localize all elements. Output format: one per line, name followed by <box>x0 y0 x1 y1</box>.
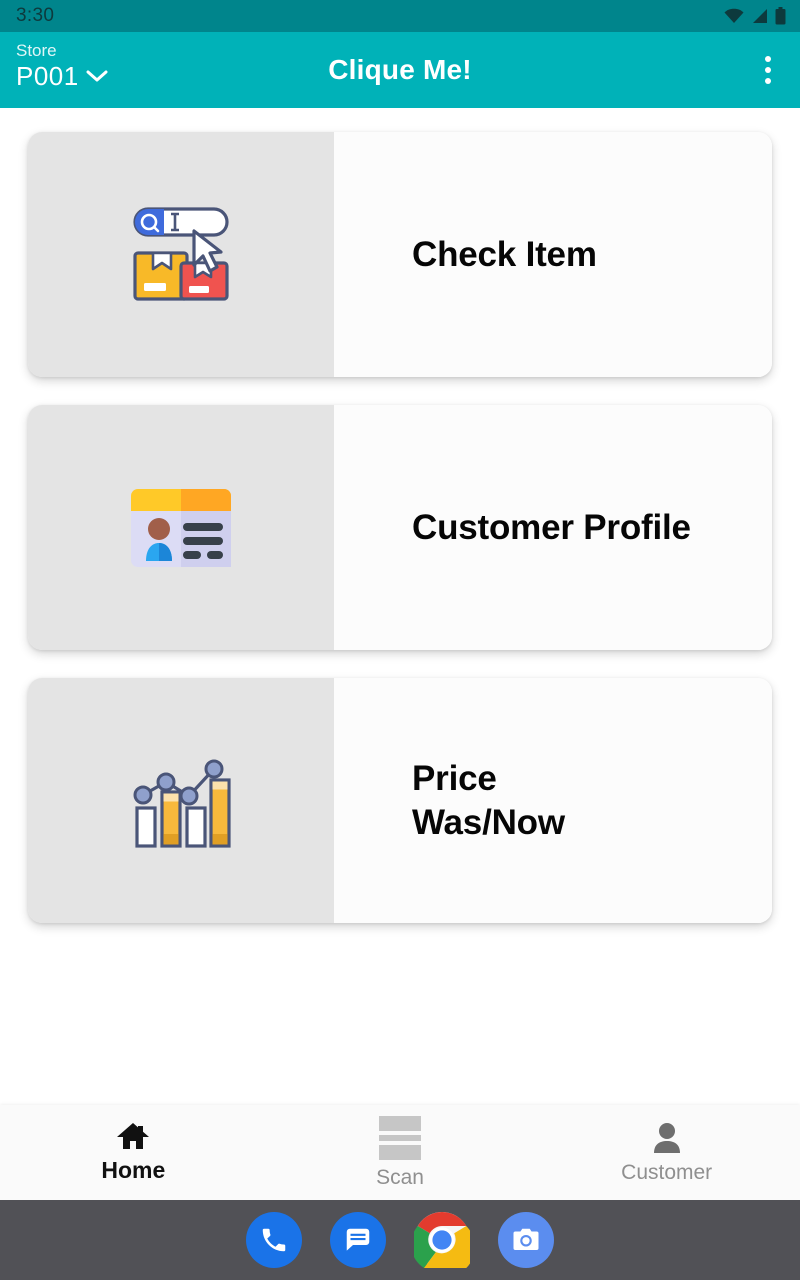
card-icon-panel <box>28 678 334 923</box>
barcode-scan-icon <box>379 1115 421 1160</box>
menu-card-list: Check Item Customer Profile Price Was/No… <box>0 108 800 1105</box>
card-text-panel: Check Item <box>334 132 772 377</box>
bar-chart-icon <box>133 759 231 848</box>
signal-icon <box>753 9 767 23</box>
status-time: 3:30 <box>16 5 55 26</box>
person-icon <box>653 1122 680 1153</box>
page-title: Clique Me! <box>328 54 472 85</box>
home-icon <box>117 1123 150 1149</box>
camera-icon <box>513 1228 539 1250</box>
card-icon-panel <box>28 405 334 650</box>
nav-label: Home <box>101 1157 166 1183</box>
status-icons <box>724 7 786 25</box>
message-icon <box>346 1228 370 1251</box>
phone-screen: 3:30 Store P001 Clique Me! Check Item Cu… <box>0 0 800 1280</box>
store-selector[interactable]: Store P001 <box>16 42 108 89</box>
messages-app[interactable] <box>330 1212 386 1268</box>
phone-app[interactable] <box>246 1212 302 1268</box>
chevron-down-icon[interactable] <box>86 69 108 83</box>
nav-item-scan[interactable]: Scan <box>267 1105 534 1200</box>
menu-card-title: Price Was/Now <box>412 758 565 842</box>
card-text-panel: Price Was/Now <box>334 678 772 923</box>
android-dock <box>0 1200 800 1280</box>
more-vertical-icon-dot <box>765 56 771 62</box>
wifi-icon <box>724 8 744 23</box>
id-card-icon <box>131 488 231 567</box>
search-boxes-icon <box>133 206 229 301</box>
menu-card-check-item[interactable]: Check Item <box>28 132 772 377</box>
store-value: P001 <box>16 61 79 91</box>
overflow-menu-button[interactable] <box>759 50 777 90</box>
nav-label: Scan <box>376 1165 424 1189</box>
menu-card-customer-profile[interactable]: Customer Profile <box>28 405 772 650</box>
bottom-navigation: Home Scan Customer <box>0 1105 800 1200</box>
nav-item-home[interactable]: Home <box>0 1105 267 1200</box>
chrome-icon <box>414 1212 470 1268</box>
menu-card-title: Check Item <box>412 234 597 274</box>
store-label: Store <box>16 41 57 60</box>
chrome-app[interactable] <box>414 1212 470 1268</box>
phone-icon <box>262 1228 286 1252</box>
battery-icon <box>775 7 786 25</box>
status-bar: 3:30 <box>0 0 800 32</box>
menu-card-price-was-now[interactable]: Price Was/Now <box>28 678 772 923</box>
more-vertical-icon-dot <box>765 67 771 73</box>
more-vertical-icon-dot <box>765 78 771 84</box>
card-text-panel: Customer Profile <box>334 405 772 650</box>
menu-card-title: Customer Profile <box>412 507 691 547</box>
app-bar: Store P001 Clique Me! <box>0 32 800 108</box>
card-icon-panel <box>28 132 334 377</box>
nav-label: Customer <box>621 1160 713 1184</box>
camera-app[interactable] <box>498 1212 554 1268</box>
nav-item-customer[interactable]: Customer <box>533 1105 800 1200</box>
